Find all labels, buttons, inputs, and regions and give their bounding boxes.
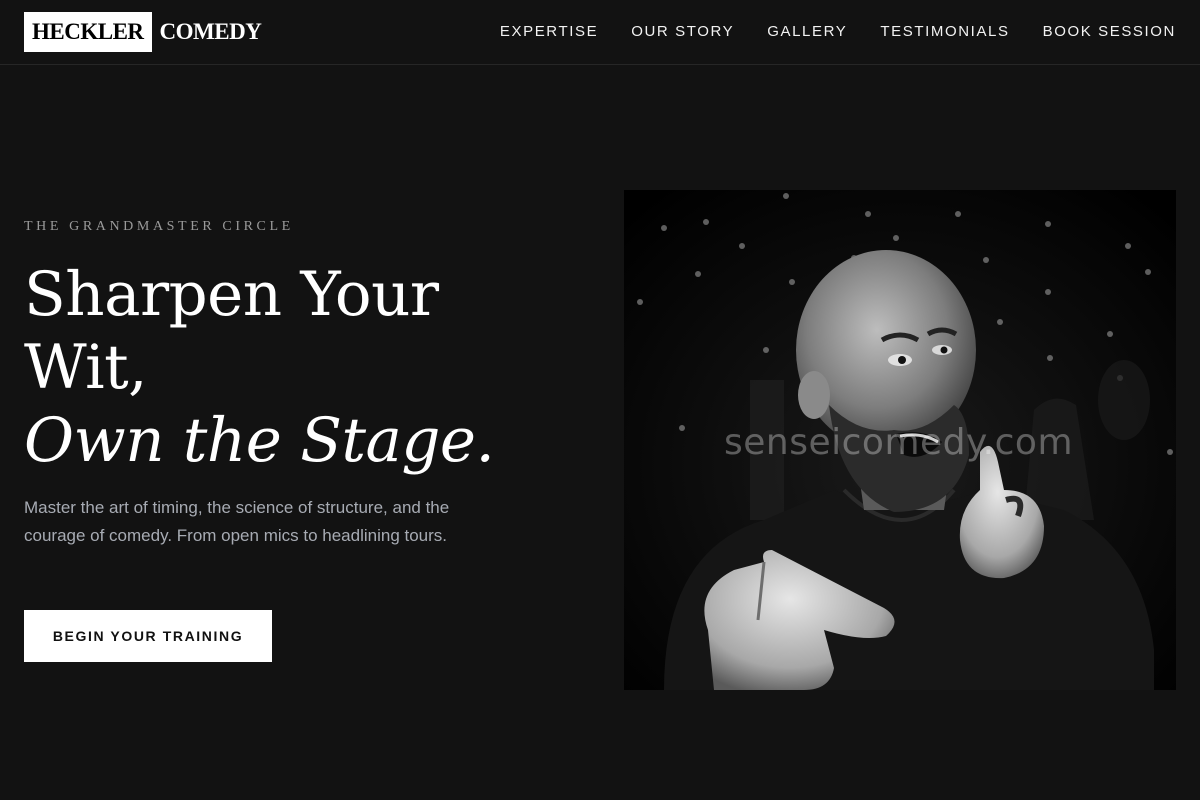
top-navbar: HECKLER COMEDY EXPERTISE OUR STORY GALLE… bbox=[0, 0, 1200, 65]
nav-link-testimonials[interactable]: TESTIMONIALS bbox=[880, 22, 1009, 42]
hero-title-line1: Sharpen Your Wit, bbox=[24, 259, 439, 403]
hero-title: Sharpen Your Wit, Own the Stage. bbox=[24, 258, 544, 477]
nav-link-book-session[interactable]: BOOK SESSION bbox=[1043, 22, 1176, 42]
logo[interactable]: HECKLER COMEDY bbox=[24, 12, 262, 52]
nav-link-gallery[interactable]: GALLERY bbox=[767, 22, 847, 42]
hero-photo: senseicomedy.com bbox=[624, 190, 1176, 690]
nav-link-expertise[interactable]: EXPERTISE bbox=[500, 22, 598, 42]
hero-description: Master the art of timing, the science of… bbox=[24, 498, 450, 545]
begin-training-button[interactable]: BEGIN YOUR TRAINING bbox=[24, 610, 272, 662]
photo-watermark: senseicomedy.com bbox=[724, 422, 1074, 463]
logo-comedy: COMEDY bbox=[159, 19, 262, 44]
hero-kicker: THE GRANDMASTER CIRCLE bbox=[24, 219, 294, 234]
hero-title-line2: Own the Stage. bbox=[24, 405, 495, 476]
main-menu: EXPERTISE OUR STORY GALLERY TESTIMONIALS… bbox=[500, 22, 1176, 42]
nav-link-our-story[interactable]: OUR STORY bbox=[631, 22, 734, 42]
logo-heckler: HECKLER bbox=[24, 12, 152, 52]
